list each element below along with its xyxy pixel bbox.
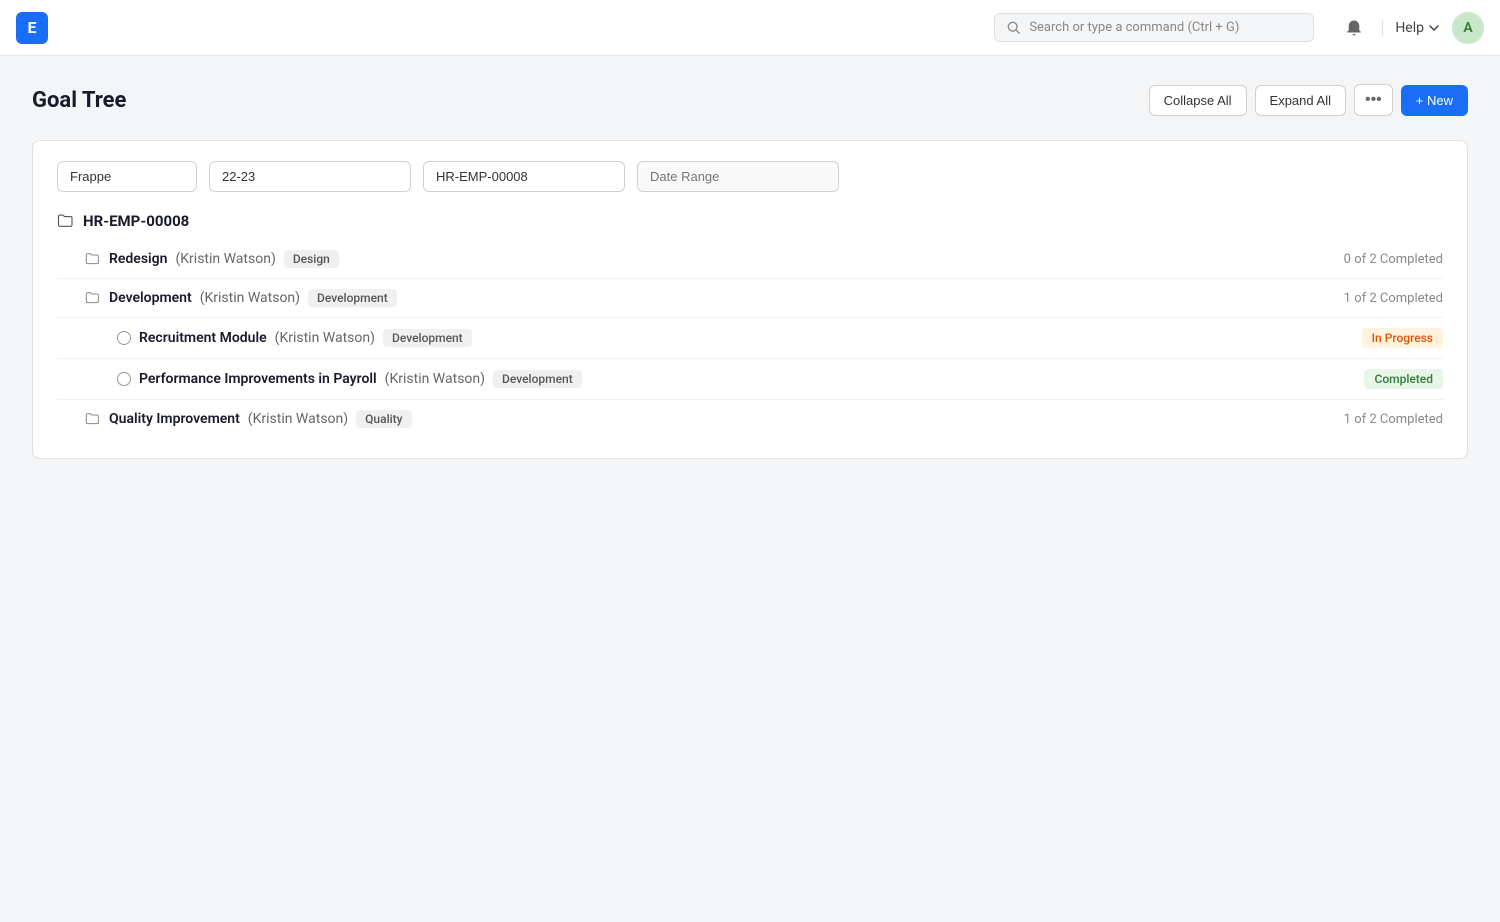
avatar[interactable]: A <box>1452 12 1484 44</box>
search-placeholder: Search or type a command (Ctrl + G) <box>1029 20 1239 35</box>
help-menu[interactable]: Help <box>1382 20 1440 36</box>
page-actions: Collapse All Expand All ••• + New <box>1149 84 1468 116</box>
tag-quality: Quality <box>356 410 411 428</box>
expand-all-button[interactable]: Expand All <box>1255 85 1346 116</box>
tag-redesign: Design <box>284 250 339 268</box>
tree-item-left-quality: Quality Improvement (Kristin Watson) Qua… <box>85 410 1344 428</box>
page-title: Goal Tree <box>32 88 126 113</box>
more-options-button[interactable]: ••• <box>1354 84 1393 116</box>
app-logo[interactable]: E <box>16 12 48 44</box>
folder-icon <box>85 251 101 267</box>
tree-item-right-development: 1 of 2 Completed <box>1344 291 1443 306</box>
item-person-redesign: (Kristin Watson) <box>175 251 275 267</box>
notification-bell[interactable] <box>1338 12 1370 44</box>
avatar-letter: A <box>1463 20 1472 36</box>
chevron-down-icon <box>1428 22 1440 34</box>
filter-card: Frappe HR-EMP-00008 <box>32 140 1468 459</box>
navbar: E Search or type a command (Ctrl + G) He… <box>0 0 1500 56</box>
employee-filter[interactable] <box>423 161 625 192</box>
tree-item-left-development: Development (Kristin Watson) Development <box>85 289 1344 307</box>
status-redesign: 0 of 2 Completed <box>1344 252 1443 267</box>
company-select[interactable]: Frappe <box>70 169 184 184</box>
item-person-recruitment: (Kristin Watson) <box>275 330 375 346</box>
circle-icon-recruitment <box>117 331 131 345</box>
logo-letter: E <box>28 18 37 37</box>
navbar-right: Help A <box>1338 12 1484 44</box>
item-person-development: (Kristin Watson) <box>200 290 300 306</box>
company-filter[interactable]: Frappe <box>57 161 197 192</box>
period-filter[interactable] <box>209 161 411 192</box>
search-icon <box>1007 21 1021 35</box>
tree-item-quality[interactable]: Quality Improvement (Kristin Watson) Qua… <box>57 400 1443 438</box>
tree-item-left: Redesign (Kristin Watson) Design <box>85 250 1344 268</box>
item-name-development: Development <box>109 290 192 306</box>
new-button[interactable]: + New <box>1401 85 1468 116</box>
tree-item-development[interactable]: Development (Kristin Watson) Development… <box>57 279 1443 318</box>
collapse-all-button[interactable]: Collapse All <box>1149 85 1247 116</box>
tag-recruitment: Development <box>383 329 472 347</box>
item-name-quality: Quality Improvement <box>109 411 240 427</box>
tree-item-performance[interactable]: Performance Improvements in Payroll (Kri… <box>57 359 1443 400</box>
item-name-performance: Performance Improvements in Payroll <box>139 371 377 387</box>
folder-icon <box>57 212 75 230</box>
circle-icon-performance <box>117 372 131 386</box>
search-bar[interactable]: Search or type a command (Ctrl + G) <box>994 13 1314 42</box>
tree-root[interactable]: HR-EMP-00008 <box>57 212 1443 230</box>
folder-icon <box>85 411 101 427</box>
tree-section: HR-EMP-00008 Redesign (Kristin Watson) D… <box>57 212 1443 438</box>
date-range-filter[interactable] <box>637 161 839 192</box>
folder-icon <box>85 290 101 306</box>
filter-row: Frappe <box>57 161 1443 192</box>
root-id: HR-EMP-00008 <box>83 212 189 230</box>
badge-completed: Completed <box>1364 369 1443 389</box>
tree-item-recruitment-module[interactable]: Recruitment Module (Kristin Watson) Deve… <box>57 318 1443 359</box>
item-person-performance: (Kristin Watson) <box>385 371 485 387</box>
help-label: Help <box>1395 20 1424 36</box>
tree-item-right-redesign: 0 of 2 Completed <box>1344 252 1443 267</box>
tag-development: Development <box>308 289 397 307</box>
tag-performance: Development <box>493 370 582 388</box>
item-name-redesign: Redesign <box>109 251 167 267</box>
page: Goal Tree Collapse All Expand All ••• + … <box>0 56 1500 487</box>
status-quality: 1 of 2 Completed <box>1344 412 1443 427</box>
item-name-recruitment: Recruitment Module <box>139 330 267 346</box>
badge-in-progress: In Progress <box>1362 328 1443 348</box>
tree-item-left-performance: Performance Improvements in Payroll (Kri… <box>117 370 1364 388</box>
tree-item-right-quality: 1 of 2 Completed <box>1344 412 1443 427</box>
page-header: Goal Tree Collapse All Expand All ••• + … <box>32 84 1468 116</box>
tree-item-right-recruitment: In Progress <box>1362 328 1443 348</box>
status-development: 1 of 2 Completed <box>1344 291 1443 306</box>
tree-item-right-performance: Completed <box>1364 369 1443 389</box>
item-person-quality: (Kristin Watson) <box>248 411 348 427</box>
tree-item-redesign[interactable]: Redesign (Kristin Watson) Design 0 of 2 … <box>57 240 1443 279</box>
tree-item-left-recruitment: Recruitment Module (Kristin Watson) Deve… <box>117 329 1362 347</box>
